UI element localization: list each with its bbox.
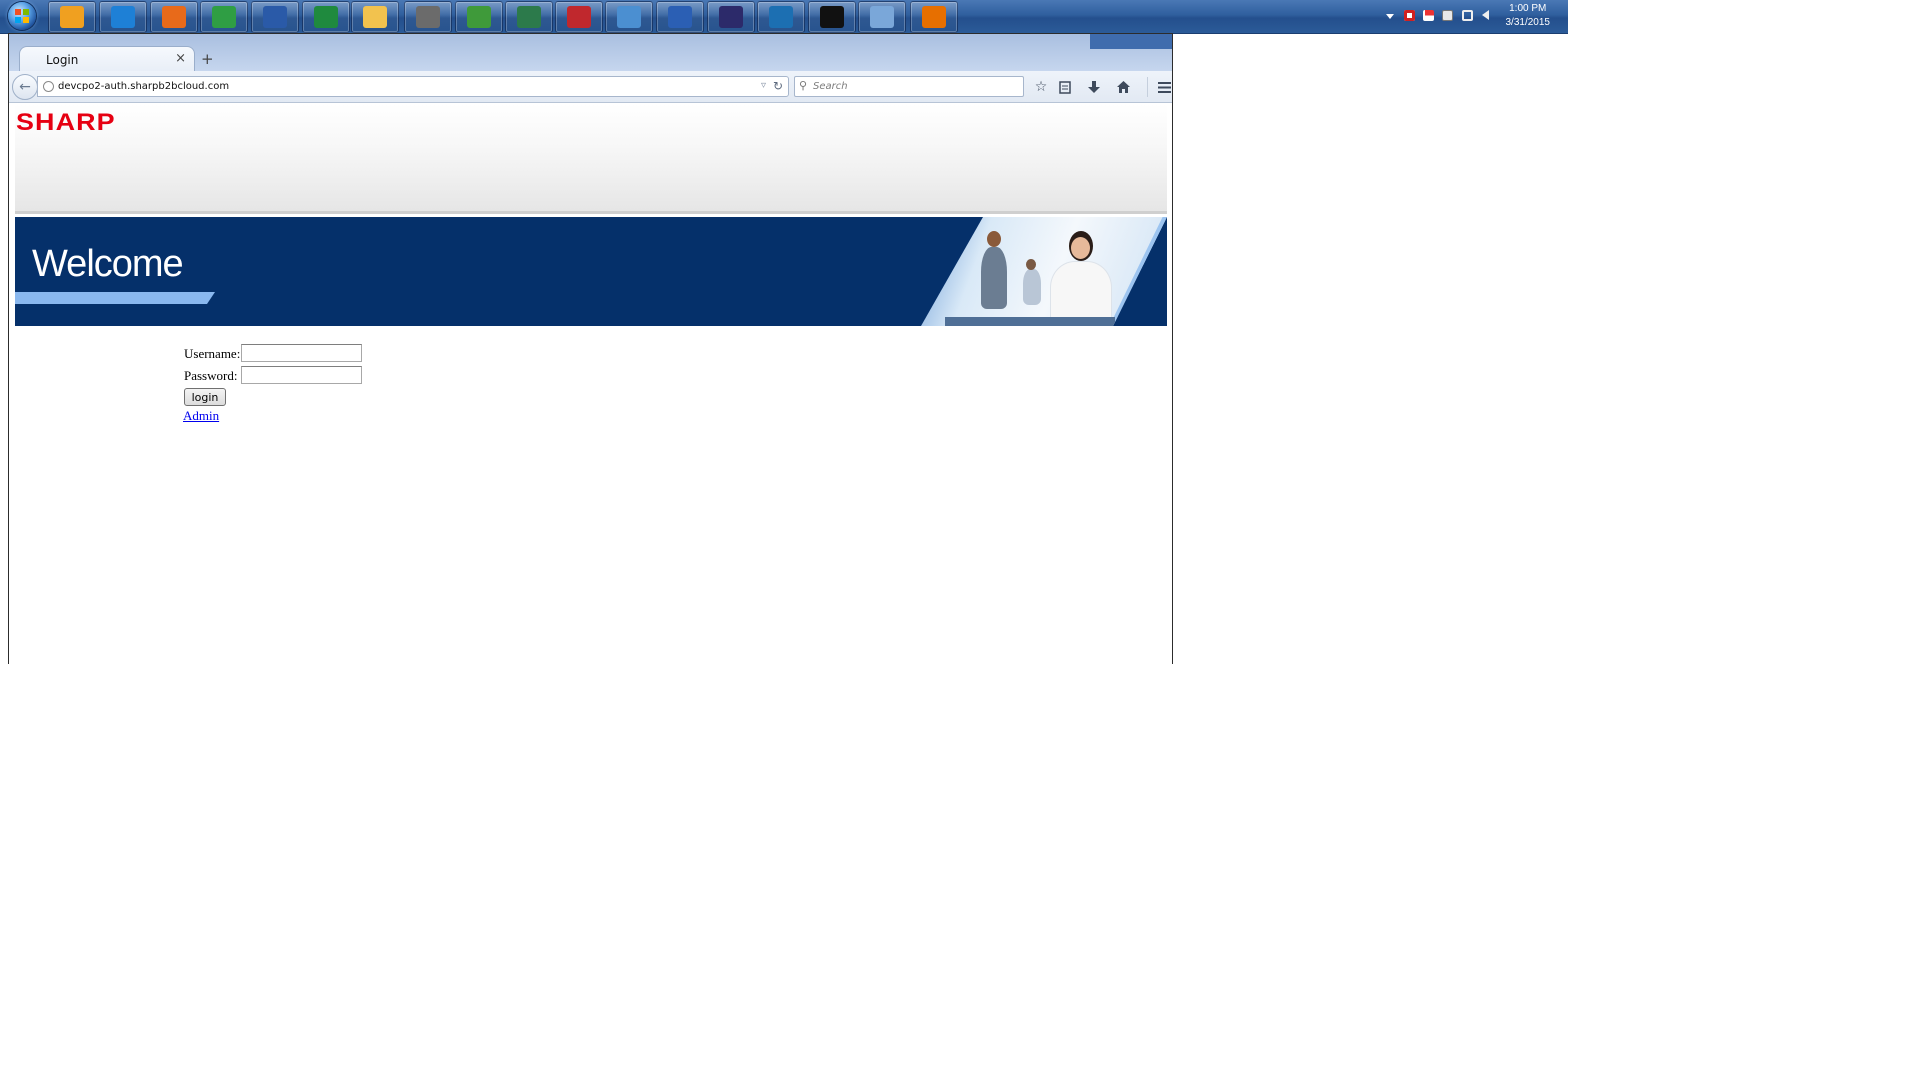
taskbar-button-paint[interactable]	[858, 1, 906, 33]
username-label: Username:	[184, 346, 241, 361]
excel-icon	[314, 6, 338, 28]
taskbar-button-excel[interactable]	[302, 1, 350, 33]
downloads-icon[interactable]	[1084, 77, 1104, 97]
password-label: Password:	[184, 368, 238, 383]
system-tray: 1:00 PM 3/31/2015	[1378, 0, 1568, 33]
windows-orb-icon	[8, 2, 36, 30]
standing-man	[981, 247, 1007, 309]
back-arrow-icon: ←	[19, 79, 31, 95]
clock-date: 3/31/2015	[1505, 17, 1551, 28]
taskbar-button-archive[interactable]	[404, 1, 452, 33]
navigation-toolbar: ← ▿ ↻ ⚲ ☆	[9, 71, 1172, 103]
chart-tool-icon	[467, 6, 491, 28]
woman-face	[1071, 237, 1090, 259]
taskbar-button-firefox[interactable]	[150, 1, 198, 33]
search-icon: ⚲	[799, 79, 808, 92]
usb-icon[interactable]	[1442, 10, 1453, 21]
antivirus-icon[interactable]	[1404, 10, 1415, 21]
office-people-photo	[921, 217, 1167, 326]
tab-close-icon[interactable]: ×	[175, 51, 186, 66]
command-prompt-icon	[820, 6, 844, 28]
tab-login[interactable]: Login ×	[19, 46, 195, 72]
photo-stripe	[1109, 217, 1167, 326]
background-worker-head	[1026, 259, 1036, 270]
taskbar-button-outlook[interactable]	[48, 1, 96, 33]
welcome-text: Welcome	[32, 243, 184, 285]
taskbar-button-file-explorer[interactable]	[351, 1, 399, 33]
firefox-icon	[162, 6, 186, 28]
file-explorer-icon	[363, 6, 387, 28]
site-identity-icon[interactable]	[43, 81, 54, 92]
chrome-icon	[212, 6, 236, 28]
browser-window: Login × + ← ▿ ↻ ⚲ ☆	[8, 33, 1173, 664]
taskbar-button-chat[interactable]	[757, 1, 805, 33]
taskbar-button-chart-tool[interactable]	[455, 1, 503, 33]
clock-time: 1:00 PM	[1509, 3, 1547, 14]
taskbar-button-monitor[interactable]	[505, 1, 553, 33]
network-icon[interactable]	[1462, 10, 1473, 21]
welcome-banner: Welcome	[15, 217, 1167, 326]
home-icon[interactable]	[1113, 77, 1133, 97]
history-dropdown-icon[interactable]: ▿	[761, 80, 766, 91]
visio-icon	[263, 6, 287, 28]
back-button[interactable]: ←	[12, 74, 38, 100]
taskbar-button-word[interactable]	[656, 1, 704, 33]
admin-link[interactable]: Admin	[183, 408, 219, 424]
outlook-icon	[60, 6, 84, 28]
media-player-icon	[567, 6, 591, 28]
taskbar-button-eclipse[interactable]	[707, 1, 755, 33]
chat-icon	[769, 6, 793, 28]
taskbar-button-media-player[interactable]	[555, 1, 603, 33]
show-hidden-icons-icon[interactable]	[1386, 14, 1394, 19]
sharp-logo: SHARP	[16, 109, 116, 136]
background-worker	[1023, 269, 1041, 305]
bookmark-star-icon[interactable]: ☆	[1031, 77, 1051, 97]
start-button[interactable]	[2, 0, 42, 32]
window-caption-area	[1090, 34, 1172, 49]
taskbar-button-command-prompt[interactable]	[808, 1, 856, 33]
action-center-flag-icon[interactable]	[1423, 10, 1434, 21]
standing-man-head	[987, 231, 1001, 247]
paint-icon	[870, 6, 894, 28]
username-field[interactable]	[241, 344, 362, 362]
clock[interactable]: 1:00 PM 3/31/2015	[1506, 2, 1551, 30]
taskbar-button-remote-desktop[interactable]	[605, 1, 653, 33]
login-button[interactable]: login	[184, 388, 226, 406]
reload-icon[interactable]: ↻	[773, 79, 783, 93]
taskbar-button-internet-explorer[interactable]	[99, 1, 147, 33]
search-input[interactable]	[813, 78, 1018, 95]
reading-list-icon[interactable]	[1055, 77, 1075, 97]
taskbar-button-chrome[interactable]	[200, 1, 248, 33]
remote-desktop-icon	[617, 6, 641, 28]
new-tab-button[interactable]: +	[201, 50, 214, 68]
site-header: SHARP	[15, 104, 1167, 214]
java-icon	[922, 6, 946, 28]
menu-icon[interactable]	[1147, 77, 1174, 97]
eclipse-icon	[719, 6, 743, 28]
url-input[interactable]	[58, 78, 748, 95]
tab-title: Login	[46, 53, 79, 67]
word-icon	[668, 6, 692, 28]
taskbar-button-java[interactable]	[910, 1, 958, 33]
page-content: SHARP Welcome Username: Password: login …	[9, 104, 1172, 664]
search-bar[interactable]: ⚲	[794, 76, 1024, 97]
welcome-underline	[15, 292, 215, 304]
tab-strip: Login × +	[9, 34, 1172, 72]
taskbar-button-visio[interactable]	[251, 1, 299, 33]
internet-explorer-icon	[111, 6, 135, 28]
desk	[945, 317, 1115, 326]
monitor-icon	[517, 6, 541, 28]
taskbar: 1:00 PM 3/31/2015	[0, 0, 1568, 34]
archive-icon	[416, 6, 440, 28]
volume-icon[interactable]	[1482, 10, 1489, 20]
url-bar[interactable]: ▿ ↻	[37, 76, 789, 97]
password-field[interactable]	[241, 366, 362, 384]
